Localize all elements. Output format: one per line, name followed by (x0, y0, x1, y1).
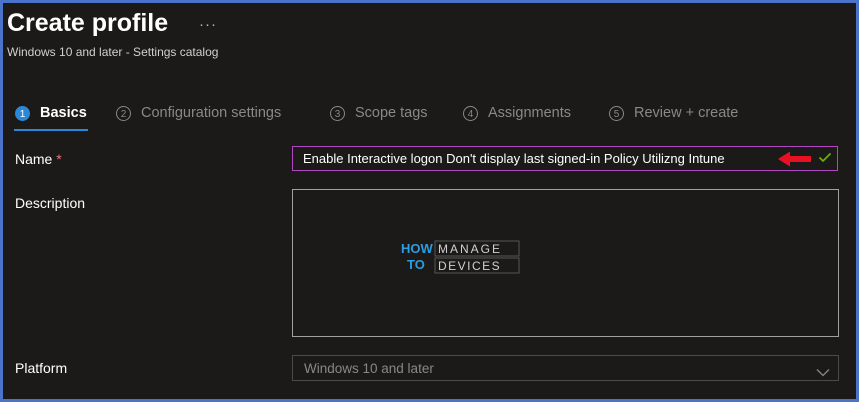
more-options-button[interactable]: ··· (199, 16, 217, 33)
wizard-tabs: 1 Basics 2 Configuration settings 3 Scop… (3, 95, 856, 135)
page-title: Create profile (7, 9, 169, 37)
platform-value: Windows 10 and later (304, 361, 434, 376)
name-field[interactable]: Enable Interactive logon Don't display l… (292, 146, 838, 171)
tab-scope-tags[interactable]: 3 Scope tags (330, 95, 428, 131)
watermark-how: HOW (401, 241, 434, 256)
tab-label: Assignments (488, 105, 572, 121)
checkmark-icon (817, 149, 833, 170)
tab-basics[interactable]: 1 Basics (15, 95, 87, 131)
watermark-devices: DEVICES (438, 259, 501, 273)
tab-assignments[interactable]: 4 Assignments (463, 95, 571, 131)
tab-review-create[interactable]: 5 Review + create (609, 95, 738, 131)
create-profile-panel: Create profile ··· Windows 10 and later … (3, 3, 856, 399)
tab-label: Scope tags (355, 105, 428, 121)
step-number-4: 4 (463, 105, 478, 121)
watermark-logo: HOW TO MANAGE DEVICES (401, 238, 521, 274)
page-subtitle: Windows 10 and later - Settings catalog (7, 45, 219, 59)
watermark-to: TO (407, 257, 425, 272)
name-label-text: Name (15, 151, 53, 167)
description-label: Description (15, 195, 86, 211)
name-label: Name * (15, 151, 62, 167)
step-number-3: 3 (330, 105, 345, 121)
step-number-1: 1 (15, 105, 30, 121)
tab-configuration-settings[interactable]: 2 Configuration settings (116, 95, 281, 131)
chevron-down-icon (816, 364, 830, 382)
name-field-value: Enable Interactive logon Don't display l… (303, 151, 725, 166)
tab-label: Review + create (634, 105, 739, 121)
red-arrow-icon (777, 150, 813, 173)
tab-label: Basics (40, 105, 87, 121)
watermark-manage: MANAGE (438, 242, 502, 256)
step-number-2: 2 (116, 105, 131, 121)
step-number-5: 5 (609, 105, 624, 121)
platform-select[interactable]: Windows 10 and later (292, 355, 839, 381)
tab-label: Configuration settings (141, 105, 282, 121)
description-field[interactable]: HOW TO MANAGE DEVICES (292, 189, 839, 337)
required-marker: * (56, 151, 62, 167)
active-tab-indicator (14, 129, 88, 131)
platform-label: Platform (15, 360, 68, 376)
